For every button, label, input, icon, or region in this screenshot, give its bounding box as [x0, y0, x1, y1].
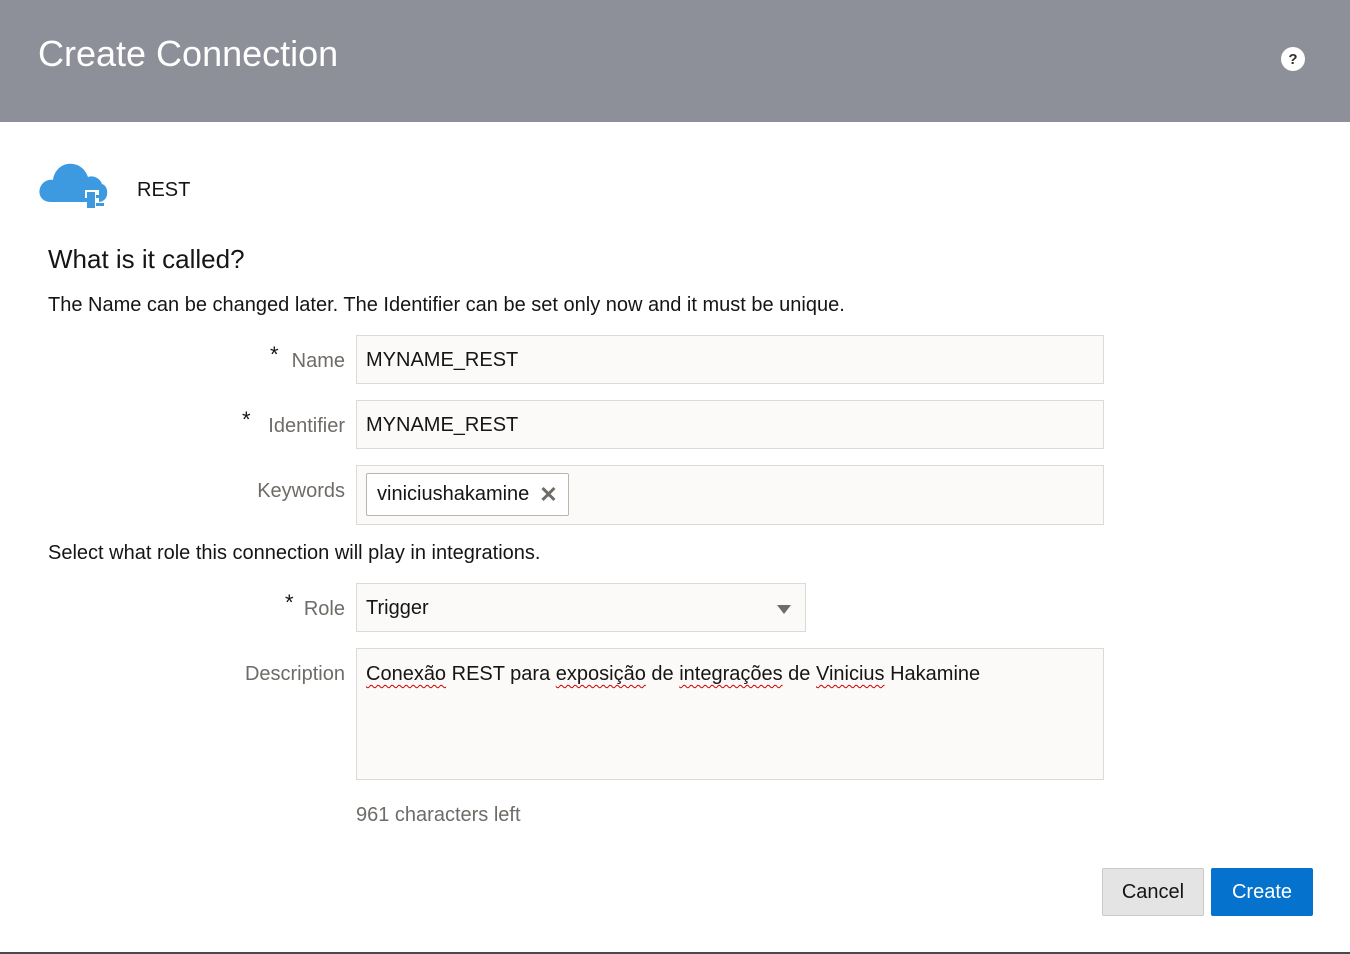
description-textarea[interactable]: Conexão REST para exposição de integraçõ… — [356, 648, 1104, 780]
keywords-label: Keywords — [257, 480, 345, 502]
description-word: REST — [451, 663, 505, 685]
identifier-field[interactable]: MYNAME_REST — [356, 400, 1104, 449]
description-word: Vinicius — [815, 663, 885, 685]
description-word: de — [651, 663, 674, 685]
name-label: Name — [291, 350, 345, 372]
required-marker: * — [242, 407, 251, 432]
required-marker: * — [270, 342, 279, 367]
role-hint: Select what role this connection will pl… — [48, 542, 541, 564]
keywords-field[interactable]: viniciushakamine ✕ — [356, 465, 1104, 525]
description-word: de — [788, 663, 811, 685]
name-field[interactable]: MYNAME_REST — [356, 335, 1104, 384]
description-word: para — [510, 663, 551, 685]
cancel-button[interactable]: Cancel — [1102, 868, 1204, 916]
dialog-title: Create Connection — [38, 33, 339, 74]
description-word: Conexão — [366, 663, 447, 685]
chevron-down-icon — [777, 605, 791, 614]
create-button[interactable]: Create — [1211, 868, 1313, 916]
identifier-label: Identifier — [268, 415, 345, 437]
cloud-plug-icon — [37, 156, 109, 216]
description-word: Hakamine — [890, 663, 981, 685]
role-value: Trigger — [366, 597, 429, 619]
description-word: integrações — [679, 663, 783, 685]
dialog-header: Create Connection ? — [0, 0, 1350, 122]
role-label: Role — [303, 598, 345, 620]
remove-chip-icon[interactable]: ✕ — [539, 483, 557, 506]
identifier-value: MYNAME_REST — [366, 414, 519, 436]
section-hint: The Name can be changed later. The Ident… — [48, 294, 845, 316]
required-marker: * — [285, 590, 294, 615]
description-label: Description — [244, 663, 345, 685]
description-word: exposição — [555, 663, 646, 685]
help-icon[interactable]: ? — [1281, 47, 1305, 71]
name-value: MYNAME_REST — [366, 349, 519, 371]
section-title: What is it called? — [48, 244, 245, 274]
keyword-chip-label: viniciushakamine — [377, 483, 530, 505]
adapter-name: REST — [137, 179, 191, 201]
description-value: Conexão REST para exposição de integraçõ… — [366, 649, 1094, 685]
keyword-chip: viniciushakamine ✕ — [366, 473, 569, 516]
character-counter: 961 characters left — [356, 804, 521, 826]
role-select[interactable]: Trigger — [356, 583, 806, 632]
